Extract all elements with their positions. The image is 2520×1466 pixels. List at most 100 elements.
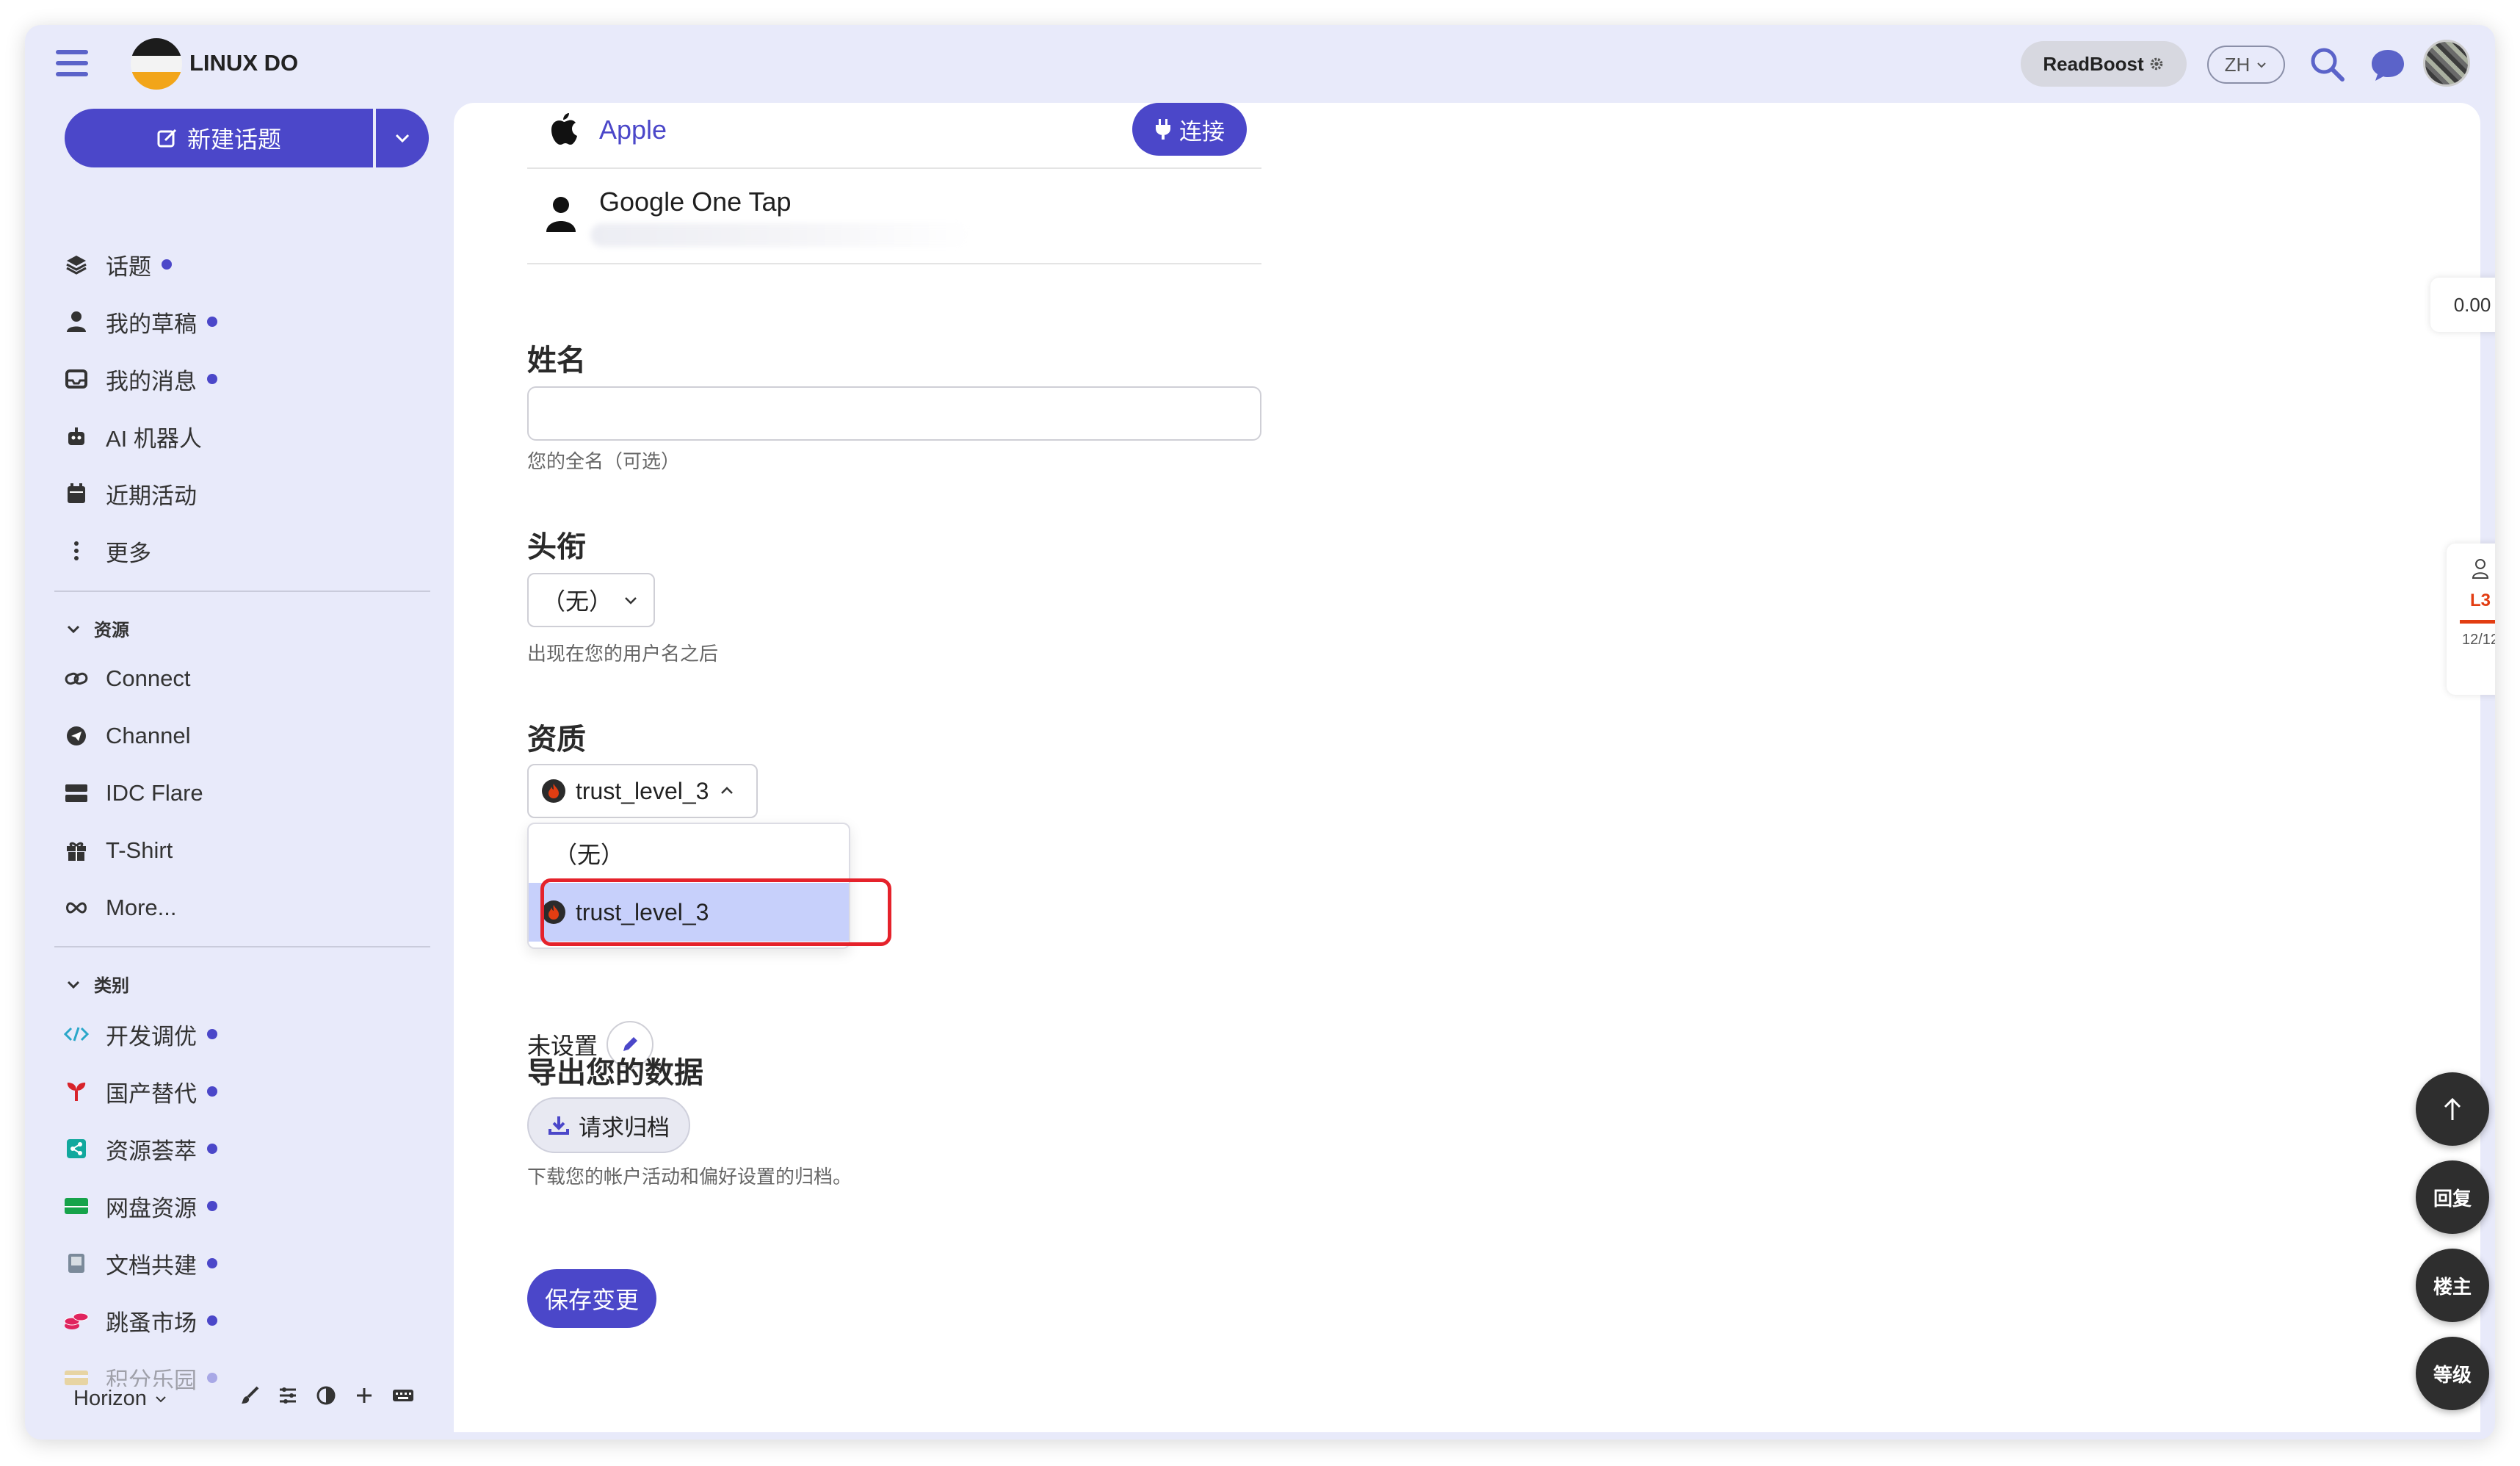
user-icon: [546, 197, 576, 232]
sidebar-item-more-resources[interactable]: More...: [62, 890, 176, 925]
sidebar-category-market[interactable]: 跳蚤市场: [62, 1303, 217, 1338]
user-avatar[interactable]: [2423, 40, 2470, 87]
sidebar-item-label: 我的草稿: [106, 311, 197, 337]
main-content: Apple 连接 Google One Tap 姓名 您的全名（可选） 头衔 （…: [454, 103, 2480, 1432]
sidebar-section-resources[interactable]: 资源: [66, 615, 129, 641]
server-icon: [62, 779, 91, 808]
flame-icon: [542, 779, 565, 803]
option-label: （无）: [554, 842, 625, 868]
language-label: ZH: [2224, 53, 2251, 76]
scroll-to-top-button[interactable]: [2416, 1072, 2489, 1146]
sidebar-category-domestic[interactable]: 国产替代: [62, 1074, 217, 1109]
flair-option-none[interactable]: （无）: [529, 824, 849, 883]
sidebar-item-label: 跳蚤市场: [106, 1310, 197, 1336]
sidebar-item-messages[interactable]: 我的消息: [62, 361, 217, 397]
sidebar-item-recent-activity[interactable]: 近期活动: [62, 476, 197, 511]
flair-select[interactable]: trust_level_3: [527, 764, 758, 818]
sidebar-item-topics[interactable]: 话题: [62, 247, 172, 282]
sidebar-footer-tools: [239, 1385, 414, 1406]
sidebar-item-label: 开发调优: [106, 1023, 197, 1050]
search-icon[interactable]: [2307, 44, 2348, 85]
new-topic-dropdown-button[interactable]: [376, 109, 429, 167]
save-changes-button[interactable]: 保存变更: [527, 1269, 656, 1328]
unread-dot: [207, 1144, 217, 1154]
new-topic-button[interactable]: 新建话题: [65, 109, 373, 167]
sliders-icon[interactable]: [278, 1385, 298, 1406]
export-help-text: 下载您的帐户活动和偏好设置的归档。: [527, 1166, 852, 1188]
keyboard-icon[interactable]: [392, 1385, 414, 1406]
unread-dot: [207, 1201, 217, 1211]
brush-icon[interactable]: [239, 1385, 260, 1406]
sidebar-divider: [54, 591, 430, 592]
plus-icon[interactable]: [354, 1385, 374, 1406]
sidebar-section-categories[interactable]: 类别: [66, 971, 129, 997]
chevron-down-icon: [156, 1395, 166, 1402]
link-icon: [62, 664, 91, 693]
hamburger-menu-icon[interactable]: [56, 50, 88, 76]
apple-icon: [551, 113, 577, 145]
calendar-icon: [62, 479, 91, 508]
sidebar-item-label: 近期活动: [106, 483, 197, 509]
level-progress-bar: [2460, 620, 2495, 624]
sidebar-item-channel[interactable]: Channel: [62, 718, 190, 754]
original-poster-button[interactable]: 楼主: [2416, 1249, 2489, 1322]
title-select[interactable]: （无）: [527, 573, 655, 627]
level-button[interactable]: 等级: [2416, 1337, 2489, 1410]
chevron-down-icon: [67, 625, 80, 633]
site-logo[interactable]: [131, 38, 182, 90]
sidebar-item-label: Connect: [106, 665, 191, 691]
sidebar-item-label: 国产替代: [106, 1080, 197, 1107]
unread-dot: [207, 1258, 217, 1268]
sidebar-item-label: 我的消息: [106, 368, 197, 394]
sidebar-item-connect[interactable]: Connect: [62, 661, 190, 696]
contrast-icon[interactable]: [316, 1385, 336, 1406]
sidebar-item-drafts[interactable]: 我的草稿: [62, 304, 217, 339]
sidebar-item-more[interactable]: 更多: [62, 533, 151, 568]
sidebar-item-label: 资源荟萃: [106, 1138, 197, 1164]
new-topic-label: 新建话题: [187, 126, 281, 153]
full-name-input[interactable]: [527, 386, 1261, 441]
request-archive-button[interactable]: 请求归档: [527, 1097, 690, 1153]
connect-apple-button[interactable]: 连接: [1132, 103, 1247, 156]
robot-icon: [62, 422, 91, 451]
sidebar-category-resources[interactable]: 资源荟萃: [62, 1131, 217, 1166]
share-icon: [62, 1134, 91, 1163]
sidebar-item-label: 更多: [106, 540, 151, 566]
sidebar-item-idc-flare[interactable]: IDC Flare: [62, 776, 203, 811]
section-label: 类别: [94, 976, 129, 996]
layers-icon: [62, 250, 91, 279]
arrow-up-icon: [2444, 1097, 2461, 1120]
connect-label: 连接: [1179, 118, 1225, 145]
user-outline-icon: [2472, 559, 2489, 579]
sidebar-category-netdisk[interactable]: 网盘资源: [62, 1188, 217, 1224]
reply-button[interactable]: 回复: [2416, 1160, 2489, 1234]
app-window: LINUX DO ReadBoost ZH 新建话题 话题 我的草稿 我的消息 …: [25, 25, 2495, 1440]
chevron-down-icon: [2257, 62, 2267, 68]
score-badge[interactable]: 0.00: [2430, 278, 2495, 332]
sidebar-item-ai-bot[interactable]: AI 机器人: [62, 419, 202, 454]
title-help-text: 出现在您的用户名之后: [527, 643, 719, 665]
account-row-apple: Apple 连接: [527, 103, 1261, 169]
level-card[interactable]: L3 12/12: [2447, 544, 2495, 695]
site-title[interactable]: LINUX DO: [189, 50, 298, 76]
chevron-down-icon: [625, 597, 637, 604]
language-switcher[interactable]: ZH: [2207, 46, 2285, 84]
readboost-label: ReadBoost: [2043, 52, 2144, 75]
readboost-button[interactable]: ReadBoost: [2021, 41, 2187, 87]
user-icon: [62, 307, 91, 336]
sidebar-item-tshirt[interactable]: T-Shirt: [62, 833, 173, 868]
sidebar-item-label: Channel: [106, 723, 191, 748]
book-icon: [62, 1249, 91, 1278]
sidebar-item-label: AI 机器人: [106, 425, 202, 452]
gear-icon: [2150, 57, 2162, 71]
sidebar-item-label: 网盘资源: [106, 1195, 197, 1221]
chevron-up-icon: [721, 787, 734, 794]
section-label: 资源: [94, 621, 129, 640]
sidebar-category-dev[interactable]: 开发调优: [62, 1017, 217, 1052]
export-section-title: 导出您的数据: [527, 1057, 703, 1089]
chat-icon[interactable]: [2367, 44, 2408, 85]
sidebar-item-label: IDC Flare: [106, 780, 203, 806]
sidebar-category-docs[interactable]: 文档共建: [62, 1246, 217, 1281]
theme-selector[interactable]: Horizon: [73, 1387, 167, 1411]
unread-dot: [207, 1029, 217, 1039]
